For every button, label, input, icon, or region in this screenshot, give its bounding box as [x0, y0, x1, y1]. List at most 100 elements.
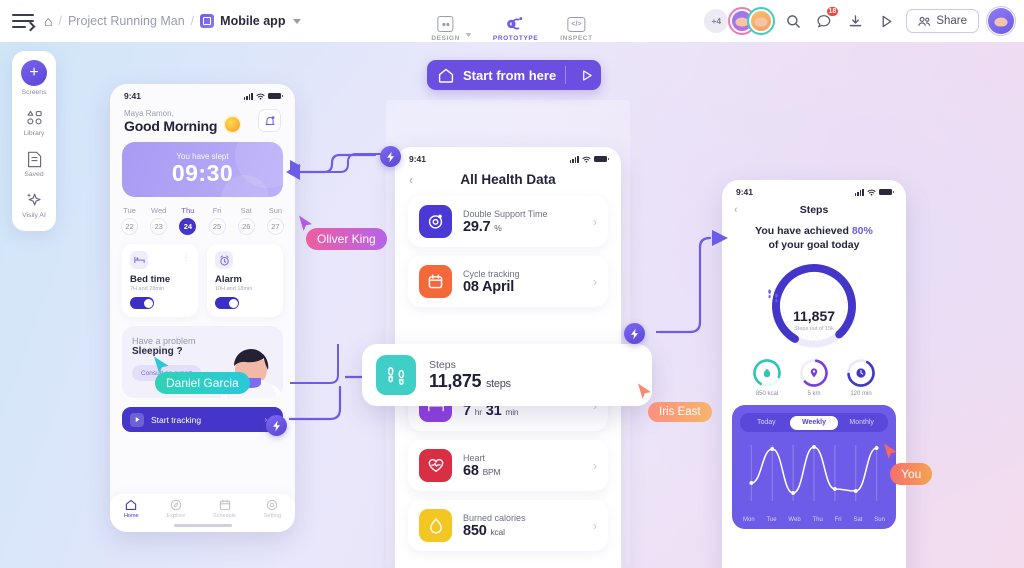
x-tick: Web: [788, 517, 801, 524]
collaborator-avatars[interactable]: +4: [704, 7, 776, 35]
page-title-text: All Health Data: [460, 172, 556, 187]
health-row-cycle-tracking[interactable]: Cycle tracking 08 April ›: [408, 256, 608, 307]
tab-inspect[interactable]: </> INSPECT: [560, 15, 592, 42]
week-day[interactable]: Sun 27: [266, 206, 284, 235]
tile-alarm[interactable]: Alarm 10H and 18min: [207, 244, 283, 317]
sidebar-item-library[interactable]: Library: [12, 109, 56, 137]
phone-mockup-steps-detail[interactable]: 9:41 ‹ Steps You have achieved 80% of yo…: [722, 180, 906, 568]
hotspot-bolt-2[interactable]: [266, 415, 287, 436]
tab-inspect-label: INSPECT: [560, 35, 593, 42]
design-dropdown-icon[interactable]: [464, 33, 471, 37]
nav-item-home[interactable]: Home: [124, 499, 139, 519]
tab-prototype[interactable]: PROTOTYPE: [493, 15, 538, 42]
chevron-right-icon[interactable]: ›: [593, 215, 597, 229]
saved-icon: [27, 150, 42, 168]
chevron-left-icon[interactable]: ‹: [734, 204, 738, 216]
collab-label-iris-east: Iris East: [648, 402, 712, 422]
nav-item-explore[interactable]: Explore: [167, 499, 185, 519]
activity-chart-card[interactable]: Today Weekly Monthly Mon Tue Web Thu Fri…: [732, 405, 896, 530]
bell-icon[interactable]: [258, 109, 281, 132]
share-button[interactable]: Share: [906, 9, 979, 33]
more-icon[interactable]: ⋮: [182, 253, 191, 262]
top-bar-actions: +4 18 Share: [704, 5, 1017, 37]
health-row-heart[interactable]: Heart 68 BPM ›: [408, 440, 608, 491]
breadcrumb-current[interactable]: Mobile app: [220, 14, 285, 28]
alarm-toggle[interactable]: [215, 297, 239, 309]
week-day[interactable]: Fri 25: [208, 206, 226, 235]
segment-monthly[interactable]: Monthly: [838, 416, 886, 430]
chevron-right-icon[interactable]: ›: [593, 459, 597, 473]
gauge-value: 11,857: [792, 308, 836, 325]
comment-icon[interactable]: 18: [813, 6, 840, 32]
chevron-right-icon[interactable]: ›: [593, 275, 597, 289]
week-day-name: Sun: [268, 206, 283, 215]
chevron-down-icon[interactable]: [293, 18, 302, 24]
status-bar: 9:41: [722, 180, 906, 199]
sidebar-item-visily-ai[interactable]: Visily AI: [12, 191, 56, 219]
chart-range-segments[interactable]: Today Weekly Monthly: [740, 413, 888, 433]
home-icon[interactable]: ⌂: [44, 14, 52, 28]
nav-item-home-label: Home: [123, 513, 139, 519]
sidebar-item-saved[interactable]: Saved: [12, 150, 56, 178]
flame-icon: [419, 509, 452, 542]
health-row-double-support-time[interactable]: Double Support Time 29.7 % ›: [408, 196, 608, 247]
health-row-burned-calories[interactable]: Burned calories 850 kcal ›: [408, 500, 608, 551]
flame-icon: [762, 368, 772, 379]
search-icon[interactable]: [782, 10, 804, 32]
bed-time-toggle[interactable]: [130, 297, 154, 309]
segment-weekly[interactable]: Weekly: [790, 415, 838, 430]
user-name: Maya Ramon,: [124, 109, 174, 118]
breadcrumb-project[interactable]: Project Running Man: [68, 14, 185, 28]
week-day-name: Sat: [240, 206, 252, 215]
metric-calories[interactable]: 850 kcal: [752, 358, 782, 397]
design-canvas[interactable]: + Screens Library Saved Visily AI Start …: [0, 42, 1024, 568]
play-icon[interactable]: [575, 69, 597, 82]
start-tracking-button[interactable]: Start tracking › ›: [122, 407, 283, 432]
week-day[interactable]: Wed 23: [150, 206, 168, 235]
week-day-name: Wed: [151, 206, 167, 215]
sidebar-item-screens[interactable]: + Screens: [12, 60, 56, 96]
plus-icon: +: [21, 60, 47, 86]
hamburger-icon[interactable]: [12, 13, 36, 32]
health-row-value: 29.7 %: [463, 218, 502, 235]
phone-mockup-sleep[interactable]: 9:41 Maya Ramon, Good Morning You have s…: [110, 84, 295, 532]
health-row-title: Double Support Time: [463, 208, 548, 219]
week-selector[interactable]: Tue 22 Wed 23 Thu 24 Fri 25 Sat 26 Sun 2…: [110, 197, 295, 235]
segment-today[interactable]: Today: [743, 416, 791, 430]
metric-distance[interactable]: 5 km: [799, 358, 829, 397]
play-icon[interactable]: [875, 10, 897, 32]
avatar[interactable]: [985, 5, 1017, 37]
chevron-left-icon[interactable]: ‹: [409, 173, 413, 187]
status-time: 9:41: [409, 154, 427, 164]
wifi-icon: [867, 189, 876, 196]
tile-bed-time[interactable]: ⋮ Bed time 7H and 28min: [122, 244, 198, 317]
nav-item-setting[interactable]: Setting: [264, 499, 281, 519]
sleep-card-value: 09:30: [171, 160, 234, 187]
start-from-here-button[interactable]: Start from here: [427, 60, 602, 90]
tile-subtitle: 7H and 28min: [130, 286, 165, 292]
hotspot-bolt-3[interactable]: [624, 323, 645, 344]
metric-rings: 850 kcal 5 km 120 min: [722, 358, 906, 397]
download-icon[interactable]: [844, 10, 866, 32]
week-day-selected[interactable]: Thu 24: [179, 206, 197, 235]
week-day[interactable]: Sat 26: [237, 206, 255, 235]
mobile-app-icon: [200, 14, 215, 28]
steps-card-floating[interactable]: Steps 11,875 steps: [362, 344, 652, 406]
nav-item-schedule[interactable]: Schedule: [213, 499, 236, 519]
metric-active-time[interactable]: 120 min: [846, 358, 876, 397]
chevron-right-icon[interactable]: ›: [593, 519, 597, 533]
library-icon: [26, 109, 43, 127]
avatar-overflow-count[interactable]: +4: [704, 9, 729, 33]
inspect-icon: </>: [567, 15, 586, 33]
home-icon: [438, 68, 454, 83]
x-tick: Tue: [766, 517, 777, 524]
hotspot-bolt-1[interactable]: [380, 146, 401, 167]
health-row-value: 08 April: [463, 278, 515, 295]
metric-label: 5 km: [807, 391, 821, 398]
week-day[interactable]: Tue 22: [121, 206, 138, 235]
collab-label-daniel-garcia: Daniel Garcia: [155, 372, 250, 394]
footsteps-icon: [376, 355, 416, 395]
sleep-summary-card[interactable]: You have slept 09:30: [122, 142, 283, 197]
tab-design[interactable]: DESIGN: [431, 15, 460, 42]
avatar-collaborator-2[interactable]: [747, 7, 776, 35]
